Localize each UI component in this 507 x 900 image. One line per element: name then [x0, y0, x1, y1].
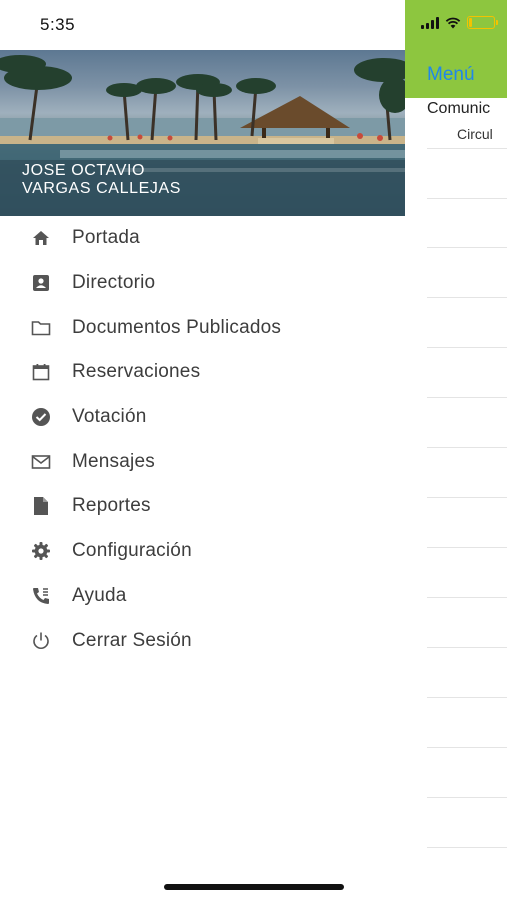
- background-header: Menú: [405, 0, 507, 98]
- list-divider: [427, 397, 507, 398]
- background-screen: Menú Comunic Circul: [405, 0, 507, 900]
- menu-item-label: Directorio: [72, 272, 156, 294]
- battery-icon: [467, 16, 498, 29]
- menu-item-portada[interactable]: Portada: [0, 216, 405, 261]
- list-divider: [427, 297, 507, 298]
- menu-item-label: Votación: [72, 406, 147, 428]
- calendar-icon: [31, 362, 51, 382]
- battery-level: [469, 18, 472, 27]
- background-title[interactable]: Menú: [427, 64, 475, 86]
- home-indicator[interactable]: [164, 884, 344, 890]
- menu-item-votacion[interactable]: Votación: [0, 395, 405, 440]
- menu-item-ayuda[interactable]: Ayuda: [0, 574, 405, 619]
- menu-item-documentos-publicados[interactable]: Documentos Publicados: [0, 305, 405, 350]
- status-icons: [421, 16, 498, 29]
- menu-item-label: Ayuda: [72, 584, 127, 606]
- wifi-icon: [445, 17, 461, 28]
- menu-item-directorio[interactable]: Directorio: [0, 261, 405, 306]
- user-name: JOSE OCTAVIO VARGAS CALLEJAS: [22, 162, 181, 198]
- list-divider: [427, 647, 507, 648]
- menu-item-mensajes[interactable]: Mensajes: [0, 439, 405, 484]
- power-icon: [31, 631, 51, 651]
- list-divider: [427, 347, 507, 348]
- envelope-icon: [31, 452, 51, 472]
- background-row-subtitle: Circul: [457, 126, 493, 142]
- list-divider: [427, 747, 507, 748]
- signal-icon: [421, 16, 439, 29]
- list-divider: [427, 597, 507, 598]
- list-divider: [427, 198, 507, 199]
- folder-icon: [31, 318, 51, 338]
- document-icon: [31, 496, 51, 516]
- home-icon: [31, 228, 51, 248]
- list-divider: [427, 247, 507, 248]
- menu-item-label: Configuración: [72, 540, 192, 562]
- menu-item-label: Reservaciones: [72, 361, 201, 383]
- status-time: 5:35: [40, 15, 76, 34]
- list-divider: [427, 847, 507, 848]
- phone-icon: [31, 586, 51, 606]
- menu-item-cerrar-sesion[interactable]: Cerrar Sesión: [0, 618, 405, 663]
- check-circle-icon: [31, 407, 51, 427]
- menu-item-label: Reportes: [72, 495, 151, 517]
- menu-item-configuracion[interactable]: Configuración: [0, 529, 405, 574]
- menu-item-reservaciones[interactable]: Reservaciones: [0, 350, 405, 395]
- list-divider: [427, 447, 507, 448]
- menu-item-label: Mensajes: [72, 450, 155, 472]
- menu-item-label: Portada: [72, 227, 140, 249]
- menu-item-reportes[interactable]: Reportes: [0, 484, 405, 529]
- contact-card-icon: [31, 273, 51, 293]
- list-divider: [427, 547, 507, 548]
- user-first-name: JOSE OCTAVIO: [22, 162, 146, 179]
- list-divider: [427, 797, 507, 798]
- background-row-title[interactable]: Comunic: [427, 100, 490, 118]
- menu-item-label: Cerrar Sesión: [72, 629, 192, 651]
- list-divider: [427, 148, 507, 149]
- list-divider: [427, 497, 507, 498]
- menu-item-label: Documentos Publicados: [72, 316, 282, 338]
- list-divider: [427, 697, 507, 698]
- drawer-menu: Portada Directorio Documentos Publicados…: [0, 216, 405, 663]
- side-drawer: 5:35 JOSE OCTAVIO VARGAS CALLEJAS Portad…: [0, 0, 405, 900]
- user-last-name: VARGAS CALLEJAS: [22, 180, 181, 197]
- gear-icon: [31, 541, 51, 561]
- profile-header: JOSE OCTAVIO VARGAS CALLEJAS: [0, 50, 405, 216]
